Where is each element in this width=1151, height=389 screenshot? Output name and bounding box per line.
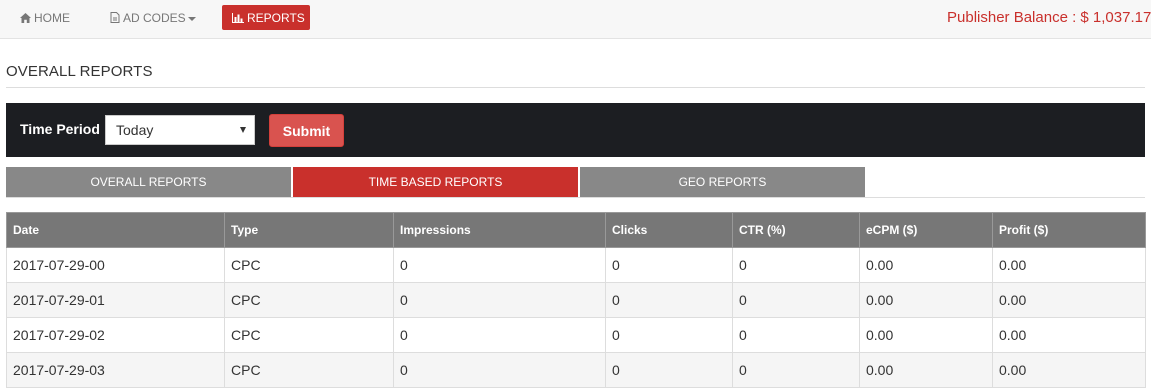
tabs-divider [6, 197, 1145, 198]
column-header-clicks[interactable]: Clicks [605, 212, 733, 248]
cell-ecpm: 0.00 [859, 247, 993, 283]
cell-ctr: 0 [732, 352, 860, 388]
submit-button[interactable]: Submit [269, 114, 344, 147]
nav-home-label: HOME [34, 10, 70, 25]
cell-profit: 0.00 [992, 282, 1146, 318]
cell-ctr: 0 [732, 317, 860, 353]
cell-date: 2017-07-29-01 [6, 282, 225, 318]
page-title: OVERALL REPORTS [6, 63, 153, 80]
nav-reports[interactable]: REPORTS [222, 5, 310, 30]
cell-type: CPC [224, 282, 394, 318]
column-header-profit[interactable]: Profit ($) [992, 212, 1146, 248]
table-row: 2017-07-29-02 CPC 0 0 0 0.00 0.00 [6, 317, 1146, 353]
cell-type: CPC [224, 352, 394, 388]
cell-type: CPC [224, 247, 394, 283]
cell-ecpm: 0.00 [859, 282, 993, 318]
cell-clicks: 0 [605, 352, 733, 388]
time-period-select[interactable]: Today [105, 115, 255, 145]
nav-reports-label: REPORTS [247, 10, 305, 25]
cell-ctr: 0 [732, 247, 860, 283]
column-header-type[interactable]: Type [224, 212, 394, 248]
cell-clicks: 0 [605, 282, 733, 318]
title-divider [6, 87, 1145, 88]
cell-impressions: 0 [393, 282, 606, 318]
table-row: 2017-07-29-03 CPC 0 0 0 0.00 0.00 [6, 352, 1146, 388]
cell-clicks: 0 [605, 247, 733, 283]
bar-chart-icon [232, 12, 244, 23]
table-row: 2017-07-29-00 CPC 0 0 0 0.00 0.00 [6, 247, 1146, 283]
time-period-selected: Today [116, 122, 154, 138]
filter-bar: Time Period Today Submit [6, 103, 1145, 157]
nav-home[interactable]: HOME [20, 5, 70, 30]
document-icon [110, 12, 120, 23]
table-header-row: Date Type Impressions Clicks CTR (%) eCP… [6, 212, 1146, 248]
report-table: Date Type Impressions Clicks CTR (%) eCP… [6, 212, 1146, 388]
dropdown-arrow-icon [240, 127, 246, 133]
cell-date: 2017-07-29-00 [6, 247, 225, 283]
cell-profit: 0.00 [992, 352, 1146, 388]
cell-date: 2017-07-29-02 [6, 317, 225, 353]
top-navbar: HOME AD CODES REPORTS Publisher Balance … [0, 0, 1151, 39]
publisher-balance: Publisher Balance : $ 1,037.17 [947, 9, 1151, 26]
column-header-ecpm[interactable]: eCPM ($) [859, 212, 993, 248]
table-row: 2017-07-29-01 CPC 0 0 0 0.00 0.00 [6, 282, 1146, 318]
cell-impressions: 0 [393, 352, 606, 388]
tab-geo-reports[interactable]: GEO REPORTS [580, 167, 865, 197]
cell-ctr: 0 [732, 282, 860, 318]
nav-ad-codes-label: AD CODES [123, 10, 186, 25]
tab-overall-reports[interactable]: OVERALL REPORTS [6, 167, 291, 197]
cell-impressions: 0 [393, 247, 606, 283]
tab-time-based-reports[interactable]: TIME BASED REPORTS [293, 167, 578, 197]
cell-type: CPC [224, 317, 394, 353]
column-header-date[interactable]: Date [6, 212, 225, 248]
cell-impressions: 0 [393, 317, 606, 353]
nav-ad-codes[interactable]: AD CODES [110, 5, 196, 30]
cell-clicks: 0 [605, 317, 733, 353]
column-header-impressions[interactable]: Impressions [393, 212, 606, 248]
column-header-ctr[interactable]: CTR (%) [732, 212, 860, 248]
cell-profit: 0.00 [992, 247, 1146, 283]
home-icon [20, 12, 31, 23]
time-period-label: Time Period [20, 121, 100, 137]
cell-profit: 0.00 [992, 317, 1146, 353]
cell-ecpm: 0.00 [859, 352, 993, 388]
cell-date: 2017-07-29-03 [6, 352, 225, 388]
cell-ecpm: 0.00 [859, 317, 993, 353]
chevron-down-icon [187, 16, 196, 21]
